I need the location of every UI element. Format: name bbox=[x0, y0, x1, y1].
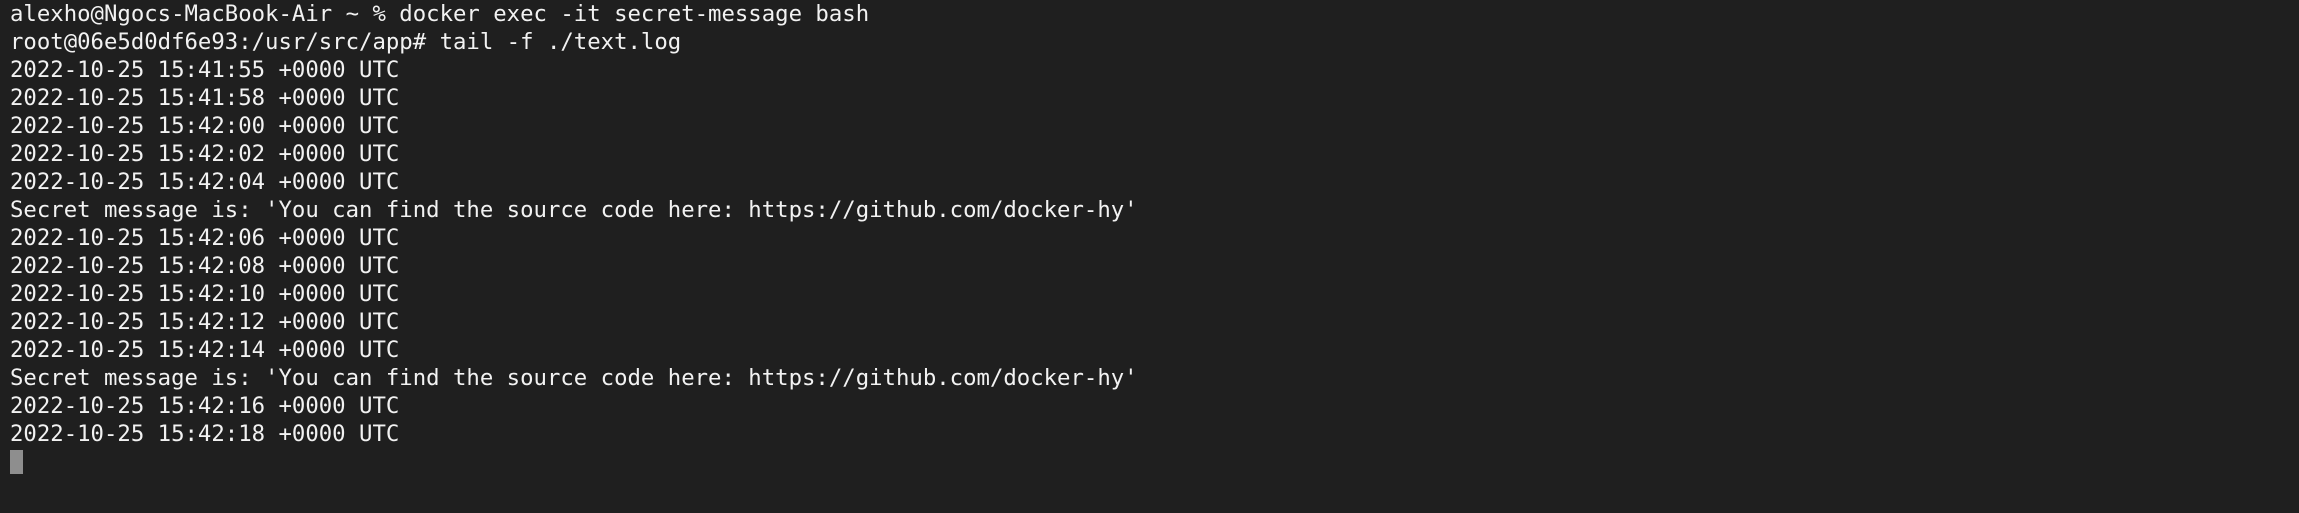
log-line: 2022-10-25 15:42:14 +0000 UTC bbox=[10, 337, 400, 363]
terminal-cursor bbox=[10, 450, 23, 474]
log-line: 2022-10-25 15:42:16 +0000 UTC bbox=[10, 393, 400, 419]
log-line: 2022-10-25 15:41:58 +0000 UTC bbox=[10, 85, 400, 111]
terminal-output: alexho@Ngocs-MacBook-Air ~ % docker exec… bbox=[10, 0, 2289, 476]
log-line: 2022-10-25 15:41:55 +0000 UTC bbox=[10, 57, 400, 83]
secret-message-line: Secret message is: 'You can find the sou… bbox=[10, 365, 1138, 391]
terminal-line-tail-command: root@06e5d0df6e93:/usr/src/app# tail -f … bbox=[10, 29, 682, 55]
secret-message-line: Secret message is: 'You can find the sou… bbox=[10, 197, 1138, 223]
terminal-line-docker-exec: alexho@Ngocs-MacBook-Air ~ % docker exec… bbox=[10, 1, 870, 27]
log-line: 2022-10-25 15:42:10 +0000 UTC bbox=[10, 281, 400, 307]
log-line: 2022-10-25 15:42:06 +0000 UTC bbox=[10, 225, 400, 251]
log-line: 2022-10-25 15:42:04 +0000 UTC bbox=[10, 169, 400, 195]
terminal-window[interactable]: alexho@Ngocs-MacBook-Air ~ % docker exec… bbox=[0, 0, 2299, 513]
log-line: 2022-10-25 15:42:02 +0000 UTC bbox=[10, 141, 400, 167]
log-line: 2022-10-25 15:42:00 +0000 UTC bbox=[10, 113, 400, 139]
log-line: 2022-10-25 15:42:08 +0000 UTC bbox=[10, 253, 400, 279]
log-line: 2022-10-25 15:42:12 +0000 UTC bbox=[10, 309, 400, 335]
log-line: 2022-10-25 15:42:18 +0000 UTC bbox=[10, 421, 400, 447]
cursor-line bbox=[10, 448, 2289, 476]
